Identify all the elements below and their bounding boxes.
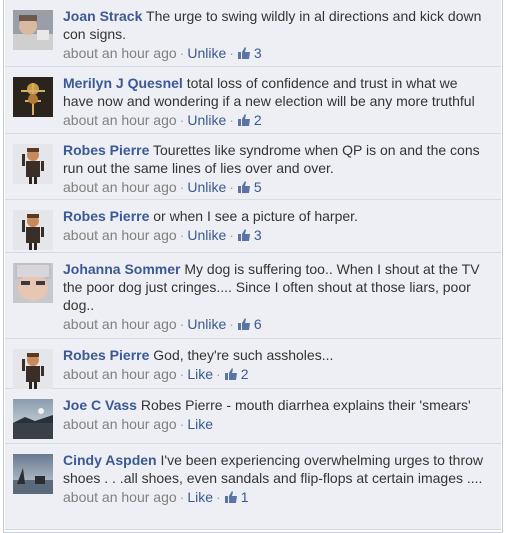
avatar[interactable] [13, 144, 53, 184]
like-count[interactable]: 5 [237, 179, 262, 195]
like-count[interactable]: 1 [224, 489, 248, 505]
like-toggle-button[interactable]: Like [187, 489, 213, 505]
separator: · [179, 316, 185, 332]
avatar[interactable] [13, 263, 53, 303]
comment-item: Joe C Vass Robes Pierre - mouth diarrhea… [5, 389, 501, 444]
comment-meta: about an hour ago · Unlike · 2 [63, 111, 491, 129]
thumbs-up-icon [224, 368, 237, 380]
comment-item: Robes Pierre or when I see a picture of … [5, 200, 501, 253]
thumbs-up-icon [237, 47, 250, 59]
separator: · [179, 45, 185, 61]
comment-time[interactable]: about an hour ago [63, 366, 177, 382]
comment-meta: about an hour ago · Unlike · 6 [63, 315, 491, 333]
like-toggle-button[interactable]: Unlike [187, 179, 226, 195]
separator: · [229, 316, 234, 332]
thumbs-up-icon [224, 491, 237, 503]
comment-meta: about an hour ago · Like · 2 [63, 365, 491, 383]
comment-author[interactable]: Johanna Sommer [63, 261, 180, 277]
separator: · [229, 179, 234, 195]
thumbs-up-icon [237, 229, 250, 241]
comment-time[interactable]: about an hour ago [63, 416, 177, 432]
avatar[interactable] [13, 399, 53, 439]
comment-author[interactable]: Robes Pierre [63, 142, 149, 158]
comment-meta: about an hour ago · Unlike · 3 [63, 44, 491, 62]
avatar[interactable] [13, 349, 53, 389]
comment-author[interactable]: Robes Pierre [63, 347, 149, 363]
separator: · [216, 489, 221, 505]
comment-time[interactable]: about an hour ago [63, 227, 177, 243]
comment-item: Merilyn J Quesnel total loss of confiden… [5, 67, 501, 134]
separator: · [179, 489, 185, 505]
like-toggle-button[interactable]: Unlike [187, 316, 226, 332]
comment-text: God, they're such assholes... [153, 347, 334, 363]
separator: · [179, 416, 185, 432]
separator: · [229, 45, 234, 61]
avatar[interactable] [13, 454, 53, 494]
thumbs-up-icon [237, 181, 250, 193]
comment-text: or when I see a picture of harper. [153, 208, 358, 224]
like-toggle-button[interactable]: Unlike [187, 45, 226, 61]
avatar[interactable] [13, 10, 53, 50]
comment-author[interactable]: Robes Pierre [63, 208, 149, 224]
comment-meta: about an hour ago · Unlike · 3 [63, 226, 491, 244]
separator: · [179, 112, 185, 128]
comment-time[interactable]: about an hour ago [63, 45, 177, 61]
comment-time[interactable]: about an hour ago [63, 489, 177, 505]
comment-item: Robes Pierre Tourettes like syndrome whe… [5, 134, 501, 200]
like-toggle-button[interactable]: Unlike [187, 112, 226, 128]
like-toggle-button[interactable]: Unlike [187, 227, 226, 243]
comment-author[interactable]: Joe C Vass [63, 397, 137, 413]
like-count[interactable]: 3 [237, 45, 262, 61]
comment-author[interactable]: Joan Strack [63, 8, 142, 24]
separator: · [216, 366, 221, 382]
separator: · [229, 227, 234, 243]
comment-item: Joan Strack The urge to swing wildly in … [5, 0, 501, 67]
separator: · [179, 227, 185, 243]
comment-author[interactable]: Merilyn J Quesnel [63, 75, 183, 91]
separator: · [179, 366, 185, 382]
thumbs-up-icon [237, 114, 250, 126]
like-count[interactable]: 2 [237, 112, 262, 128]
comment-meta: about an hour ago · Unlike · 5 [63, 178, 491, 196]
avatar[interactable] [13, 77, 53, 117]
avatar[interactable] [13, 210, 53, 250]
separator: · [179, 179, 185, 195]
comment-time[interactable]: about an hour ago [63, 179, 177, 195]
separator: · [229, 112, 234, 128]
comment-item: Cindy Aspden I've been experiencing over… [5, 444, 501, 530]
comment-text: Robes Pierre - mouth diarrhea explains t… [140, 397, 471, 413]
like-count[interactable]: 3 [237, 227, 262, 243]
like-count[interactable]: 2 [224, 366, 248, 382]
like-toggle-button[interactable]: Like [187, 416, 213, 432]
comment-item: Johanna Sommer My dog is suffering too..… [5, 253, 501, 339]
comment-list: Joan Strack The urge to swing wildly in … [3, 0, 503, 533]
comment-author[interactable]: Cindy Aspden [63, 452, 157, 468]
like-toggle-button[interactable]: Like [187, 366, 213, 382]
thumbs-up-icon [237, 318, 250, 330]
comment-item: Robes Pierre God, they're such assholes.… [5, 339, 501, 389]
like-count[interactable]: 6 [237, 316, 262, 332]
comment-time[interactable]: about an hour ago [63, 316, 177, 332]
comment-meta: about an hour ago · Like [63, 415, 491, 433]
comment-time[interactable]: about an hour ago [63, 112, 177, 128]
comment-meta: about an hour ago · Like · 1 [63, 488, 491, 506]
